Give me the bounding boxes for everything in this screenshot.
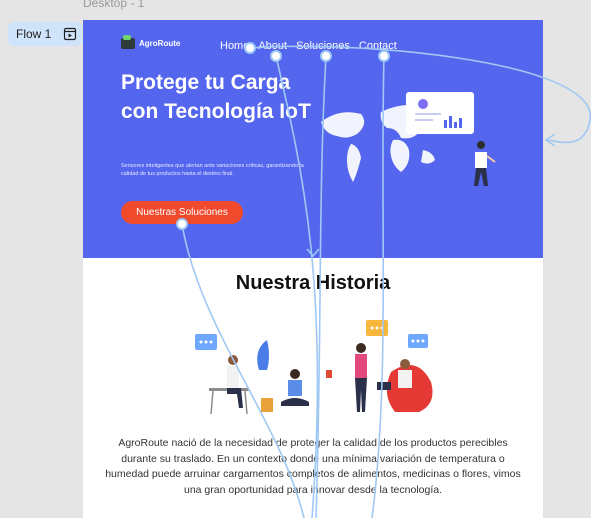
nav-home[interactable]: Home <box>220 40 249 52</box>
play-frame-icon <box>63 27 77 41</box>
hero-description: Sensores inteligentes que alertan ante v… <box>121 163 304 177</box>
chat-bubble-icon <box>366 320 388 336</box>
history-paragraph: AgroRoute nació de la necesidad de prote… <box>105 437 521 496</box>
device-card <box>406 92 474 134</box>
brand-logo[interactable]: AgroRoute <box>121 35 181 49</box>
soluciones-button[interactable]: Nuestras Soluciones <box>121 201 243 224</box>
world-map-illustration <box>321 92 496 186</box>
flow-label: Flow 1 <box>16 27 52 41</box>
nav-soluciones[interactable]: Soluciones <box>296 40 350 52</box>
chat-bubble-icon <box>408 334 428 348</box>
frame-label[interactable]: Desktop - 1 <box>83 0 144 10</box>
top-nav: Home About Soluciones Contact <box>220 40 397 52</box>
brand-name: AgroRoute <box>139 39 181 48</box>
hero-section: AgroRoute Home About Soluciones Contact … <box>83 20 543 258</box>
nav-about[interactable]: About <box>258 40 287 52</box>
person-figure <box>474 141 496 186</box>
flow-starting-point[interactable]: Flow 1 <box>8 22 82 46</box>
hero-title: Protege tu Carga con Tecnología IoT <box>121 71 311 123</box>
history-title: Nuestra Historia <box>235 272 391 294</box>
nav-contact[interactable]: Contact <box>359 40 397 52</box>
desktop-frame[interactable]: AgroRoute Home About Soluciones Contact … <box>83 20 543 518</box>
truck-icon <box>121 35 135 49</box>
chat-bubble-icon <box>195 334 217 350</box>
team-illustration <box>195 320 433 415</box>
connection-arrow-icon <box>544 133 556 147</box>
